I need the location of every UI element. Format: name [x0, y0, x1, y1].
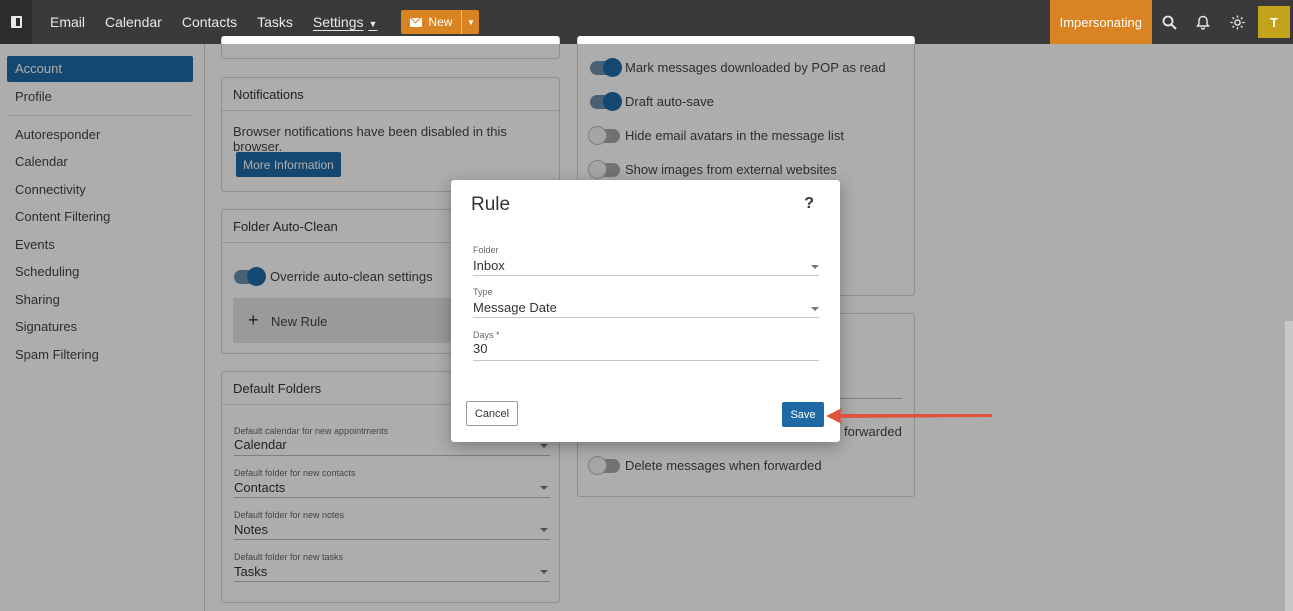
new-dropdown-toggle[interactable]: ▼ [461, 10, 479, 34]
nav-settings[interactable]: Settings ▼ [313, 14, 378, 30]
cancel-button[interactable]: Cancel [466, 401, 518, 426]
chevron-down-icon [811, 265, 819, 269]
nav-calendar[interactable]: Calendar [105, 14, 162, 30]
type-select[interactable]: Message Date [473, 300, 557, 315]
chevron-down-icon: ▼ [368, 19, 378, 29]
bell-icon[interactable] [1186, 0, 1220, 44]
folder-select[interactable]: Inbox [473, 258, 505, 273]
panel-toggle-icon[interactable] [0, 0, 32, 44]
days-underline [473, 360, 819, 361]
folder-underline [473, 275, 819, 276]
search-icon[interactable] [1152, 0, 1186, 44]
annotation-arrow-icon [826, 408, 992, 424]
scrollbar[interactable] [1285, 321, 1293, 611]
chevron-down-icon: ▼ [466, 17, 475, 27]
nav-email[interactable]: Email [50, 14, 85, 30]
avatar[interactable]: T [1258, 6, 1290, 38]
nav-contacts[interactable]: Contacts [182, 14, 237, 30]
save-button[interactable]: Save [782, 402, 824, 427]
new-button[interactable]: New ▼ [401, 10, 480, 34]
days-label: Days * [473, 330, 500, 340]
new-button-label: New [428, 15, 453, 29]
chevron-down-icon [811, 307, 819, 311]
nav-tasks[interactable]: Tasks [257, 14, 293, 30]
days-input[interactable]: 30 [473, 341, 487, 356]
type-label: Type [473, 287, 493, 297]
rule-dialog: Rule ? Folder Inbox Type Message Date Da… [451, 180, 840, 442]
folder-label: Folder [473, 245, 499, 255]
theme-sun-icon[interactable] [1220, 0, 1254, 44]
impersonating-badge[interactable]: Impersonating [1049, 0, 1152, 44]
dialog-title: Rule [471, 194, 511, 215]
help-icon[interactable]: ? [804, 195, 814, 213]
envelope-icon [410, 17, 423, 27]
type-underline [473, 317, 819, 318]
nav-settings-label: Settings [312, 14, 364, 30]
